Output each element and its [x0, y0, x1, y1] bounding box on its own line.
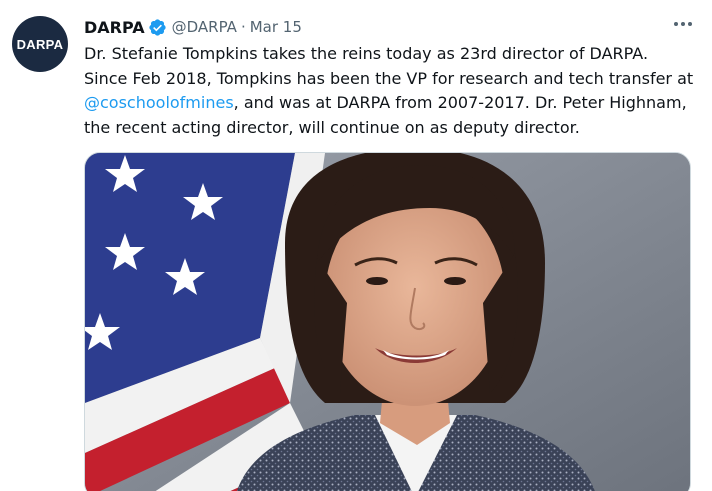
user-handle[interactable]: @DARPA [172, 18, 237, 36]
more-dot [688, 22, 692, 26]
more-options-icon[interactable] [674, 22, 692, 26]
tweet-date[interactable]: Mar 15 [250, 18, 302, 36]
more-dot [674, 22, 678, 26]
avatar-logo-text: DARPA [16, 36, 64, 52]
display-name[interactable]: DARPA [84, 18, 145, 37]
tweet-photo[interactable] [84, 152, 691, 491]
separator-dot: · [240, 18, 246, 36]
tweet-card[interactable]: DARPA DARPA @DARPA · Mar 15 Dr. Stefanie… [0, 0, 712, 491]
mention-link[interactable]: @coschoolofmines [84, 93, 234, 112]
tweet-header: DARPA @DARPA · Mar 15 [84, 15, 302, 39]
more-dot [681, 22, 685, 26]
tweet-text-part1: Dr. Stefanie Tompkins takes the reins to… [84, 44, 694, 88]
verified-badge-icon [148, 18, 167, 37]
tweet-text: Dr. Stefanie Tompkins takes the reins to… [84, 42, 696, 140]
avatar[interactable]: DARPA [12, 16, 68, 72]
portrait-photo [85, 153, 690, 491]
